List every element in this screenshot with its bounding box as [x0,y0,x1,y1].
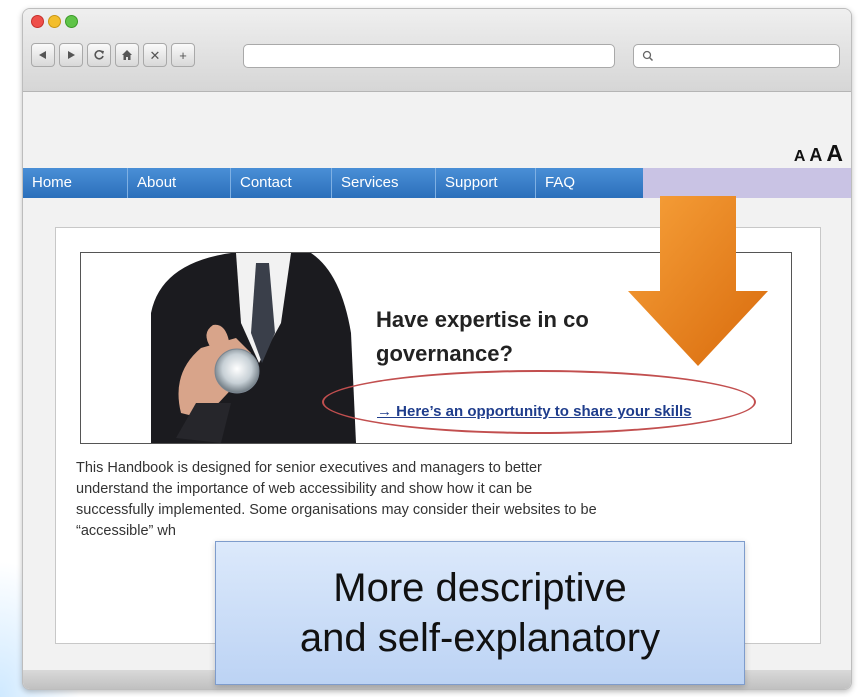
minimize-window-button[interactable] [48,15,61,28]
callout-line2: and self-explanatory [299,616,661,660]
maximize-window-button[interactable] [65,15,78,28]
paragraph-line: “accessible” wh [76,523,176,539]
link-highlight-ellipse [322,370,756,434]
stop-button[interactable]: ✕ [143,43,167,67]
window-controls [31,15,78,28]
paragraph-line: successfully implemented. Some organisat… [76,502,597,518]
close-window-button[interactable] [31,15,44,28]
font-size-large-button[interactable]: A [826,140,843,167]
callout-line1: More descriptive [333,566,627,610]
font-size-controls: A A A [794,140,843,167]
nav-item-home[interactable]: Home [23,168,128,198]
main-nav: Home About Contact Services Support FAQ [23,168,851,198]
browser-toolbar: ✕ + [23,9,851,92]
new-tab-button[interactable]: + [171,43,195,67]
nav-item-about[interactable]: About [128,168,231,198]
back-button[interactable] [31,43,55,67]
nav-item-support[interactable]: Support [436,168,536,198]
reload-icon [94,50,104,60]
address-bar[interactable] [243,44,615,68]
close-icon: ✕ [149,47,161,63]
down-arrow-icon [628,196,768,366]
nav-item-contact[interactable]: Contact [231,168,332,198]
paragraph-line: This Handbook is designed for senior exe… [76,460,542,476]
businessman-photo [151,253,356,443]
intro-paragraph: This Handbook is designed for senior exe… [76,458,806,542]
back-icon [39,51,46,59]
nav-bar: Home About Contact Services Support FAQ [23,168,643,198]
reload-button[interactable] [87,43,111,67]
annotation-callout: More descriptive and self-explanatory [215,541,745,685]
font-size-medium-button[interactable]: A [809,145,822,166]
search-field[interactable] [633,44,840,68]
font-size-small-button[interactable]: A [794,148,806,166]
home-button[interactable] [115,43,139,67]
home-icon [122,50,132,60]
forward-icon [68,51,75,59]
search-icon [642,50,654,62]
forward-button[interactable] [59,43,83,67]
new-tab-icon: + [179,47,187,63]
nav-item-services[interactable]: Services [332,168,436,198]
navigation-buttons: ✕ + [31,43,195,67]
nav-item-faq[interactable]: FAQ [536,168,643,198]
paragraph-line: understand the importance of web accessi… [76,481,533,497]
